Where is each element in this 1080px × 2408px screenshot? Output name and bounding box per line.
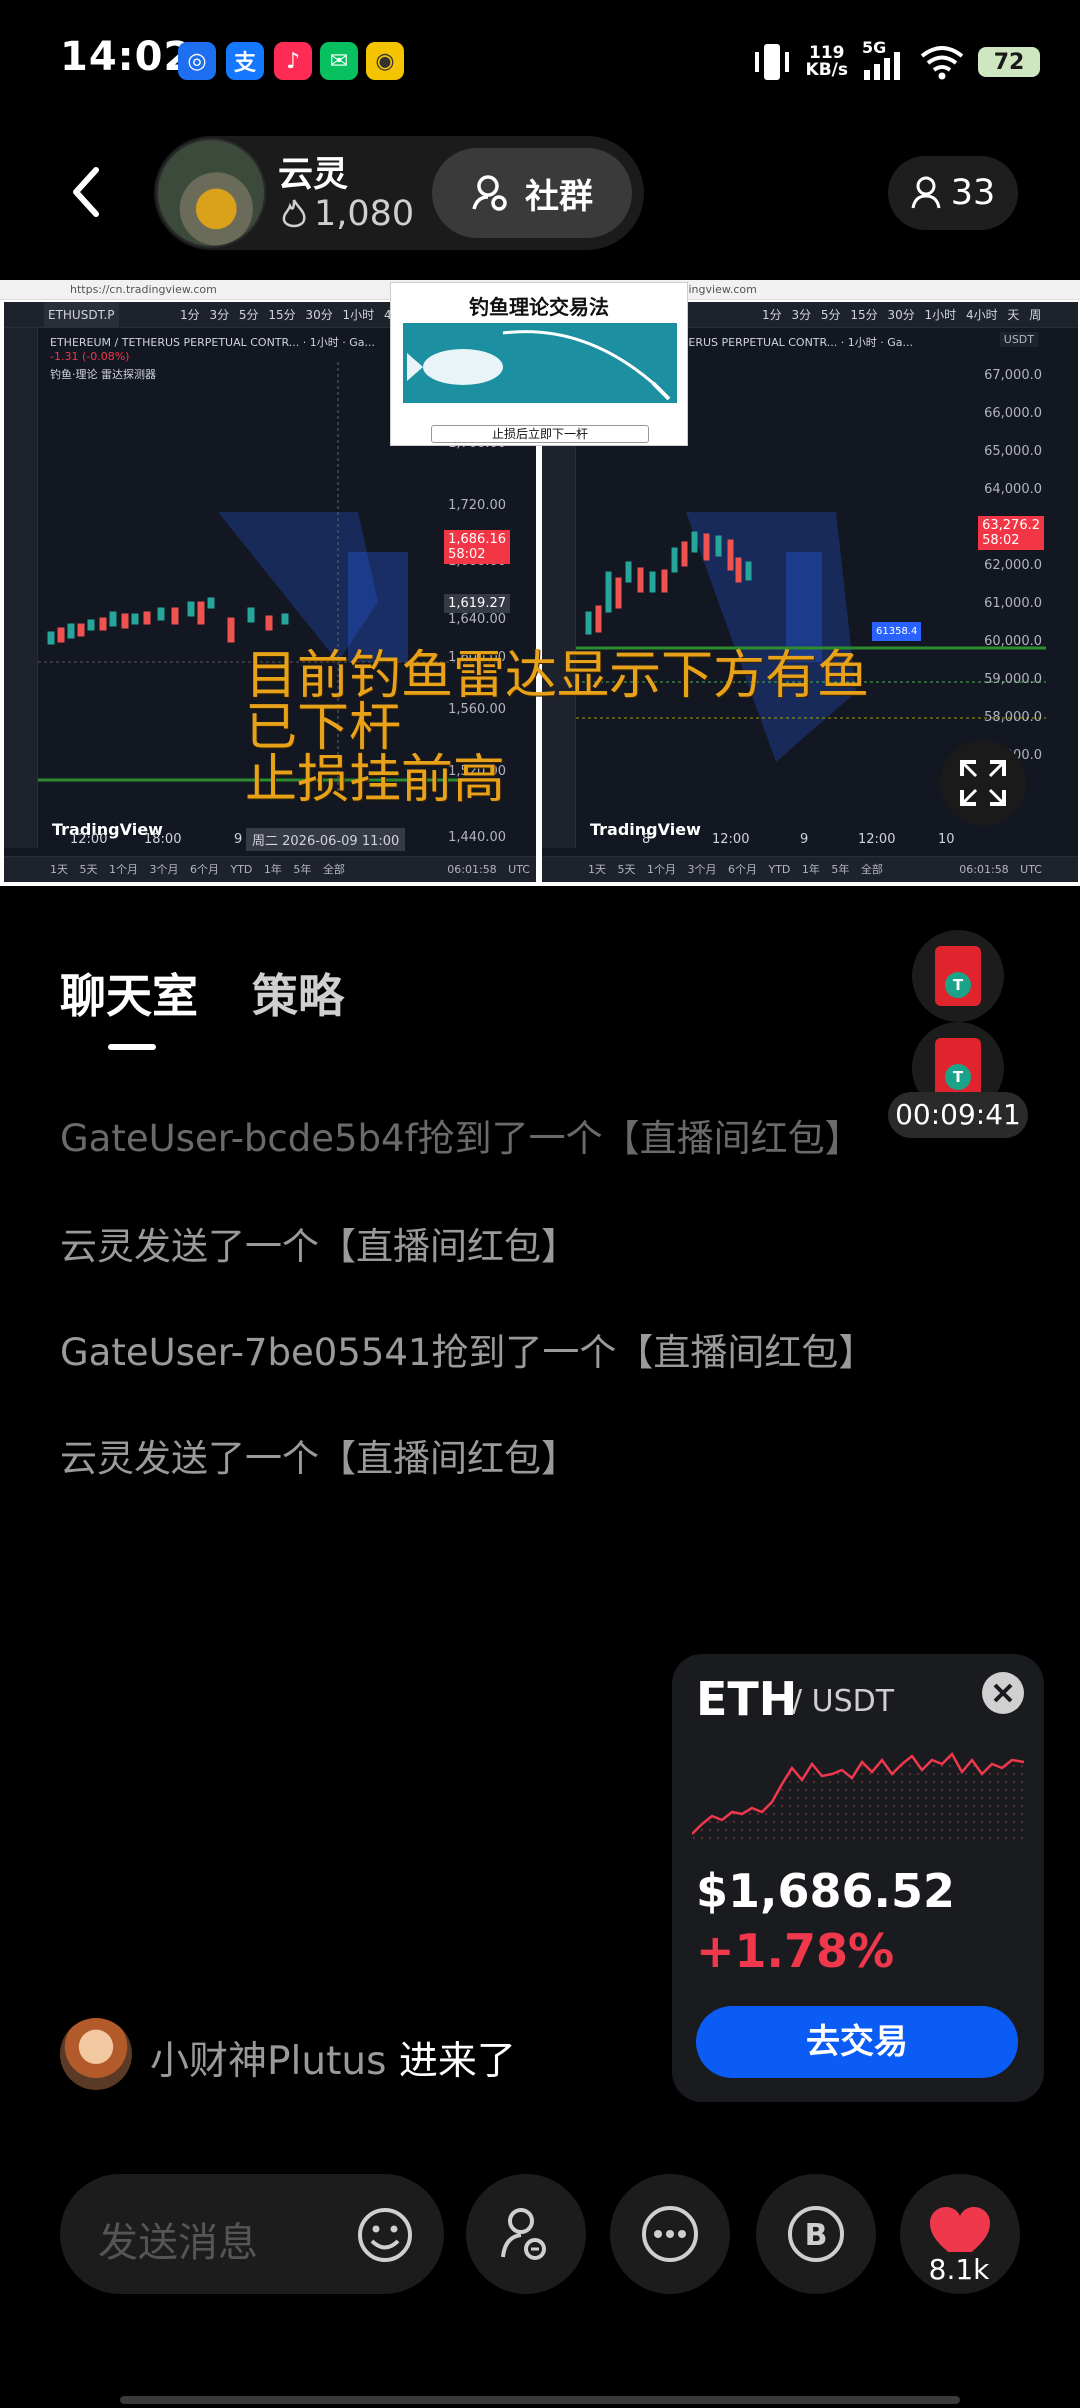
maps-icon: ◎	[178, 42, 216, 80]
vibrate-icon	[754, 44, 789, 80]
chat-message: 云灵发送了一个【直播间红包】	[60, 1437, 578, 1480]
market-change: +1.78%	[696, 1924, 895, 1978]
user-icon	[911, 176, 941, 209]
back-button[interactable]	[62, 162, 112, 222]
svg-text:B: B	[805, 2218, 828, 2253]
entry-notice: 小财神Plutus 进来了	[150, 2039, 516, 2084]
bitcoin-icon: B	[788, 2206, 844, 2262]
like-count: 8.1k	[926, 2252, 992, 2288]
group-icon	[472, 175, 507, 211]
range-bar: 1天 5天 1个月 3个月 6个月 YTD 1年 5年 全部 06:01:58 …	[4, 856, 536, 882]
host-avatar[interactable]	[156, 138, 266, 248]
wifi-icon	[920, 46, 964, 80]
signal-icon: 5G	[862, 38, 906, 82]
red-packet-timer: 00:09:41	[888, 1092, 1028, 1138]
red-packet-button[interactable]: T	[912, 930, 1004, 1022]
range-bar-right: 1天 5天 1个月 3个月 6个月 YTD 1年 5年 全部 06:01:58 …	[542, 856, 1078, 882]
current-price-tag: 1,686.16 58:02	[444, 530, 510, 564]
more-button[interactable]	[610, 2174, 730, 2294]
battery-icon: 72	[978, 47, 1040, 77]
wechat-icon: ✉	[320, 42, 358, 80]
chart-title: ETHEREUM / TETHERUS PERPETUAL CONTR... ·…	[50, 336, 375, 349]
drawing-tools	[4, 328, 38, 848]
trade-button[interactable]: 去交易	[696, 2006, 1018, 2078]
chat-message: GateUser-7be05541抢到了一个【直播间红包】	[60, 1331, 876, 1374]
message-input[interactable]: 发送消息	[60, 2174, 444, 2294]
market-symbol: ETH	[696, 1672, 798, 1726]
app-icon: ◉	[366, 42, 404, 80]
market-price: $1,686.52	[696, 1864, 955, 1918]
fish-icon	[407, 330, 671, 401]
entry-avatar	[60, 2018, 132, 2090]
crosshair-price: 1,619.27	[444, 594, 510, 613]
net-speed: 119 KB/s	[805, 43, 848, 80]
order-marker: 61358.4	[872, 622, 922, 641]
fullscreen-icon	[960, 760, 1006, 806]
tab-indicator	[108, 1044, 156, 1050]
follow-button[interactable]	[466, 2174, 586, 2294]
red-packet-icon: T	[935, 946, 981, 1006]
time-axis-right: 8 12:00 9 12:00 10	[642, 832, 955, 847]
time-axis: 12:00 18:00 9 周二 2026-06-09 11:00	[38, 826, 536, 856]
emoji-icon[interactable]	[356, 2206, 414, 2264]
red-packet-icon: T	[935, 1038, 981, 1098]
tab-strategy[interactable]: 策略	[252, 960, 344, 1026]
home-indicator	[120, 2396, 960, 2404]
more-icon	[642, 2206, 698, 2262]
fishing-theory-card: 钓鱼理论交易法 止损后立即下一杆	[390, 282, 688, 446]
close-button[interactable]	[982, 1672, 1024, 1714]
status-time: 14:02	[60, 34, 193, 80]
market-quote: / USDT	[792, 1684, 895, 1719]
status-indicators: 119 KB/s 5G 72	[752, 38, 1040, 86]
group-button[interactable]: 社群	[432, 148, 632, 238]
viewer-count[interactable]: 33	[888, 156, 1018, 230]
host-name: 云灵	[278, 155, 349, 195]
current-price-tag-right: 63,276.2 58:02	[978, 516, 1044, 550]
host-popularity: 1,080	[280, 194, 414, 234]
price-sparkline	[692, 1751, 1024, 1844]
chat-message: 云灵发送了一个【直播间红包】	[60, 1225, 578, 1268]
streamer-annotation: 目前钓鱼雷达显示下方有鱼 已下杆 止损挂前高	[245, 646, 870, 810]
fish-illustration	[403, 323, 677, 403]
tab-chat[interactable]: 聊天室	[60, 960, 198, 1026]
close-icon	[993, 1683, 1013, 1703]
market-card[interactable]: ETH / USDT $1,686.52 +1.78% 去交易	[672, 1654, 1044, 2102]
user-follow-icon	[501, 2208, 546, 2260]
bitcoin-button[interactable]: B	[756, 2174, 876, 2294]
douyin-icon: ♪	[274, 42, 312, 80]
chat-message: GateUser-bcde5b4f抢到了一个【直播间红包】	[60, 1117, 862, 1160]
flame-icon	[282, 199, 306, 228]
alipay-icon: 支	[226, 42, 264, 80]
fullscreen-button[interactable]	[940, 740, 1026, 826]
